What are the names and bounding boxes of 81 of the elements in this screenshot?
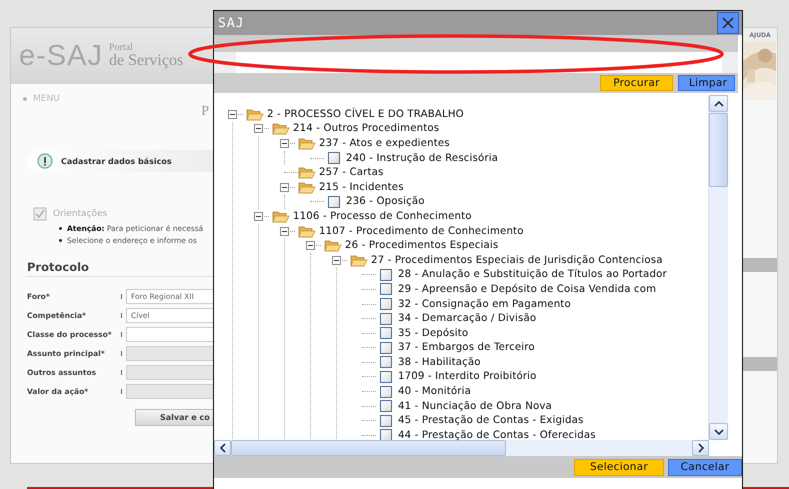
folder-icon (272, 122, 290, 136)
tree-item[interactable]: 2 - PROCESSO CÍVEL E DO TRABALHO (267, 108, 464, 120)
checkbox[interactable] (380, 312, 392, 325)
tree-item[interactable]: 29 - Apreensão e Depósito de Coisa Vendida com (398, 284, 656, 295)
checkbox[interactable] (380, 298, 392, 310)
folder-icon (298, 136, 316, 150)
tree-item[interactable]: 257 - Cartas (319, 167, 384, 178)
checkbox[interactable] (380, 327, 392, 340)
folder-icon (298, 180, 316, 194)
tree-item[interactable]: 237 - Atos e expedientes (319, 138, 450, 149)
checkbox[interactable] (380, 268, 392, 281)
logo-text: de Serviços (108, 53, 184, 69)
info-icon (37, 153, 53, 169)
folder-icon (350, 254, 368, 267)
section-title: Orientações (53, 209, 108, 219)
tree-item[interactable]: 1107 - Procedimento de Conhecimento (319, 226, 524, 237)
tree-item[interactable]: 35 - Depósito (398, 328, 468, 339)
collapse-icon[interactable] (228, 110, 237, 119)
table-header (743, 357, 777, 371)
folder-icon (298, 224, 316, 238)
section-title: Protocolo (27, 260, 213, 277)
folder-icon (324, 239, 342, 252)
checkbox[interactable] (380, 370, 392, 383)
folder-icon (272, 210, 290, 223)
save-button[interactable]: Salvar e co (135, 409, 213, 426)
collapse-icon[interactable] (254, 212, 263, 221)
step-label: Cadastrar dados básicos (61, 156, 172, 166)
tree-item[interactable]: 1106 - Processo de Conhecimento (293, 210, 472, 222)
tree-item[interactable]: 44 - Prestação de Contas - Oferecidas (398, 430, 596, 440)
dialog-button[interactable]: Cancelar (668, 458, 742, 476)
tree-item[interactable]: 27 - Procedimentos Especiais de Jurisdição Contenciosa (371, 254, 663, 266)
horizontal-scrollbar[interactable] (214, 440, 709, 456)
tree-item[interactable]: 1709 - Interdito Proibitório (398, 371, 537, 382)
bullet-icon (23, 97, 27, 101)
folder-icon (246, 108, 264, 121)
bullet-icon (59, 238, 62, 242)
close-button[interactable] (717, 12, 739, 34)
collapse-icon[interactable] (306, 241, 315, 250)
checkbox[interactable] (380, 356, 392, 368)
window-title: SAJ (218, 16, 244, 30)
page-heading: P (201, 104, 209, 120)
tree-item[interactable]: 236 - Oposição (346, 196, 425, 208)
dialog-button[interactable]: Procurar (600, 75, 673, 91)
checkbox[interactable] (380, 414, 392, 427)
tree-item[interactable]: 45 - Prestação de Contas - Exigidas (398, 415, 584, 426)
checkbox[interactable] (380, 283, 392, 296)
checkbox[interactable] (380, 386, 392, 398)
close-icon (721, 16, 735, 30)
tree-item[interactable]: 40 - Monitória (398, 386, 472, 398)
check-icon (33, 207, 47, 221)
checkbox[interactable] (328, 196, 340, 208)
collapse-icon[interactable] (254, 124, 263, 134)
checkbox[interactable] (380, 400, 392, 412)
folder-icon (298, 166, 316, 180)
collapse-icon[interactable] (280, 182, 289, 192)
dialog-button[interactable]: Selecionar (574, 458, 664, 476)
tree-item[interactable]: 28 - Anulação e Substituição de Títulos ao Portador (398, 269, 667, 280)
bullet-icon (59, 226, 62, 230)
tree-item[interactable]: 32 - Consignação em Pagamento (398, 298, 571, 310)
tree-item[interactable]: 34 - Demarcação / Divisão (398, 313, 536, 324)
tree-item[interactable]: 26 - Procedimentos Especiais (345, 240, 498, 252)
tree-item[interactable]: 214 - Outros Procedimentos (293, 123, 440, 134)
scroll-thumb[interactable] (709, 113, 728, 187)
scroll-thumb[interactable] (231, 440, 506, 456)
dialog-button[interactable]: Limpar (678, 75, 735, 91)
tree-item[interactable]: 215 - Incidentes (319, 182, 404, 193)
tree-item[interactable]: 240 - Instrução de Rescisória (346, 152, 498, 164)
table-header (743, 258, 777, 272)
collapse-icon[interactable] (280, 138, 289, 148)
checkbox[interactable] (380, 429, 392, 440)
tree-item[interactable]: 38 - Habilitação (398, 356, 481, 368)
collapse-icon[interactable] (332, 256, 341, 265)
tree-item[interactable]: 41 - Nunciação de Obra Nova (398, 400, 552, 412)
tree-item[interactable]: 37 - Embargos de Terceiro (398, 342, 535, 354)
checkbox[interactable] (328, 152, 340, 164)
logo-text: e-SAJ (19, 40, 103, 72)
collapse-icon[interactable] (280, 226, 289, 236)
input-field[interactable] (126, 327, 213, 342)
vertical-scrollbar[interactable] (708, 95, 728, 440)
logo-text: Portal (108, 43, 134, 53)
checkbox[interactable] (380, 342, 392, 354)
